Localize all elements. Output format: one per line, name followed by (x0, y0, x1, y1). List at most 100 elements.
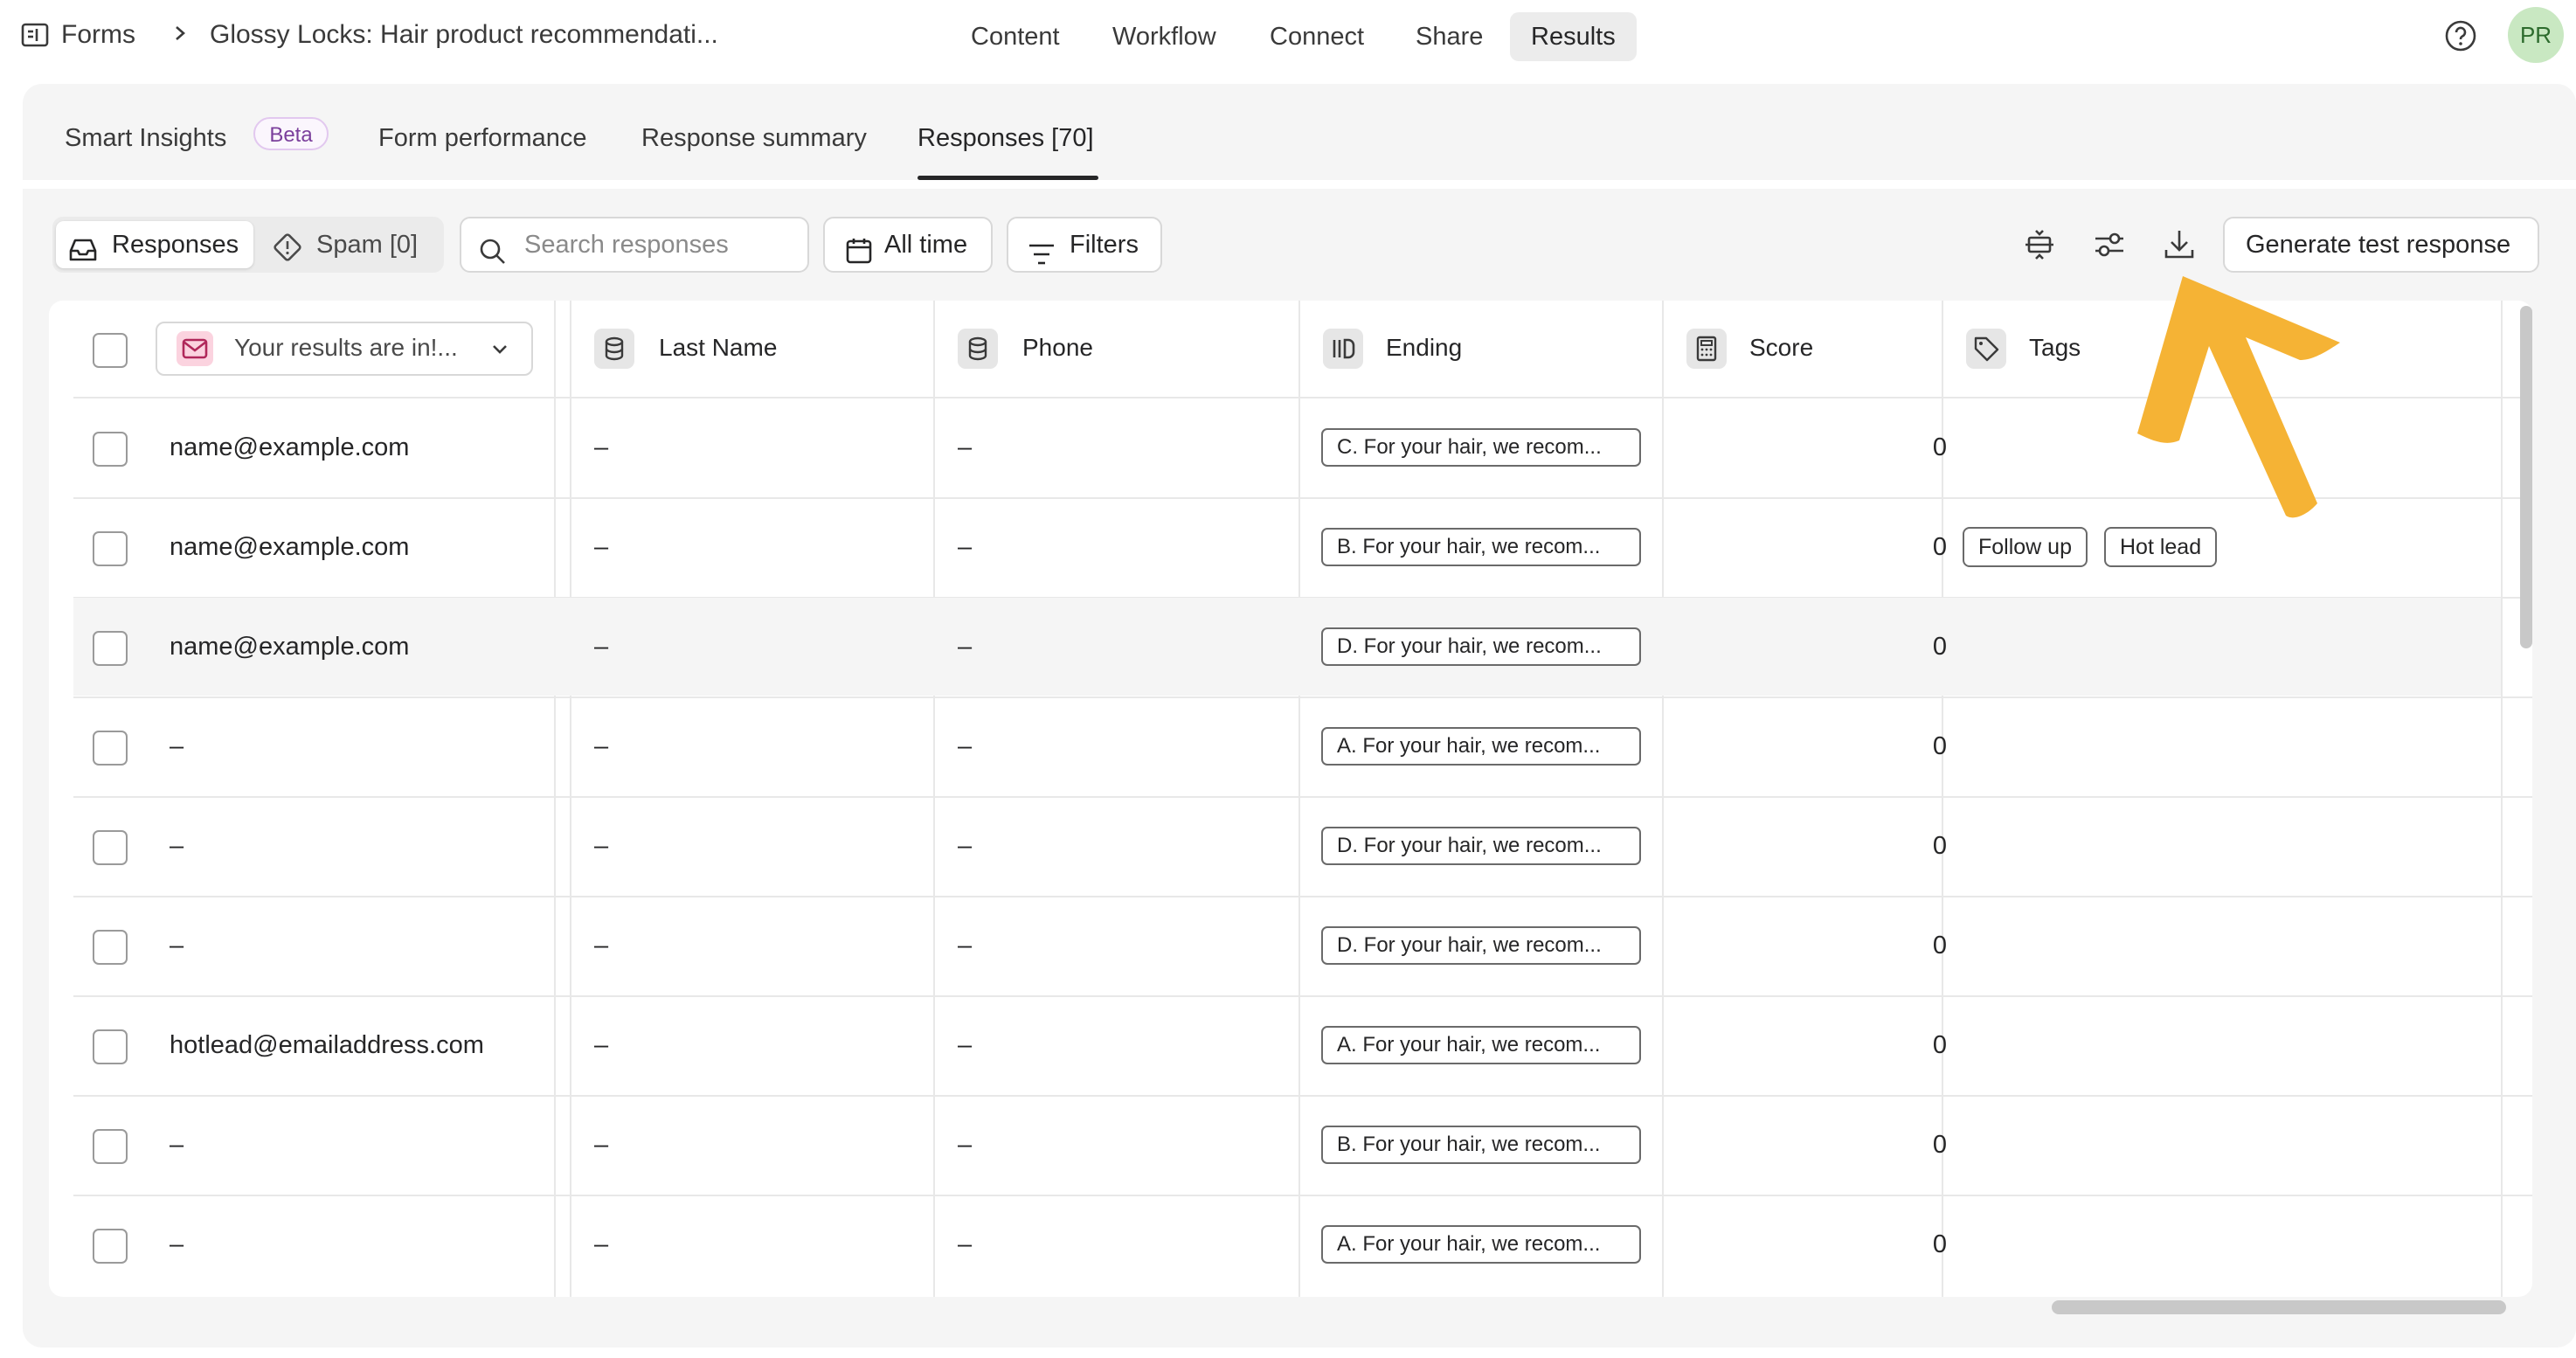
cell-ending-pill[interactable]: C. For your hair, we recom... (1321, 428, 1641, 467)
cell-ending-pill[interactable]: D. For your hair, we recom... (1321, 926, 1641, 965)
email-icon (177, 331, 213, 366)
cell-score: 0 (1932, 1031, 1947, 1059)
responses-toggle-button[interactable]: Responses (56, 221, 253, 268)
row-divider (73, 796, 2532, 798)
filter-lines-icon (1028, 232, 1056, 285)
cell-score: 0 (1932, 433, 1947, 461)
column-header-phone[interactable]: Phone (1022, 334, 1093, 362)
table-row-hovered[interactable] (73, 598, 2501, 696)
cell-score: 0 (1932, 832, 1947, 860)
nav-workflow[interactable]: Workflow (1091, 12, 1237, 61)
cell-score: 0 (1932, 533, 1947, 561)
cell-score: 0 (1932, 1131, 1947, 1159)
spam-toggle-label: Spam [0] (316, 231, 419, 259)
filters-label: Filters (1070, 231, 1139, 259)
date-range-label: All time (884, 231, 968, 259)
row-checkbox[interactable] (93, 830, 128, 865)
column-header-score[interactable]: Score (1749, 334, 1813, 362)
row-height-icon[interactable] (2019, 224, 2060, 266)
cell-ending-pill[interactable]: A. For your hair, we recom... (1321, 1026, 1641, 1064)
download-icon[interactable] (2158, 224, 2200, 266)
cell-phone: – (958, 832, 973, 860)
cell-score: 0 (1932, 1230, 1947, 1258)
ending-field-icon (1323, 329, 1363, 369)
cell-ending-pill[interactable]: D. For your hair, we recom... (1321, 827, 1641, 865)
column-settings-icon[interactable] (2088, 224, 2130, 266)
row-checkbox[interactable] (93, 1229, 128, 1264)
cell-ending-pill[interactable]: D. For your hair, we recom... (1321, 627, 1641, 666)
cell-email: – (170, 1131, 184, 1159)
nav-share[interactable]: Share (1395, 12, 1504, 61)
nav-connect[interactable]: Connect (1249, 12, 1385, 61)
row-divider (73, 696, 2532, 698)
cell-last-name: – (594, 433, 609, 461)
filters-button[interactable]: Filters (1007, 217, 1162, 273)
cell-phone: – (958, 732, 973, 760)
help-icon[interactable] (2444, 19, 2477, 52)
cell-last-name: – (594, 533, 609, 561)
nav-content[interactable]: Content (950, 12, 1081, 61)
avatar[interactable]: PR (2508, 7, 2564, 63)
column-header-last-name[interactable]: Last Name (659, 334, 777, 362)
cell-ending-pill[interactable]: A. For your hair, we recom... (1321, 1225, 1641, 1264)
tag-follow-up[interactable]: Follow up (1963, 527, 2088, 567)
breadcrumb-forms-link[interactable]: Forms (61, 16, 135, 54)
cell-email: – (170, 732, 184, 760)
row-divider (73, 995, 2532, 997)
breadcrumb-form-title[interactable]: Glossy Locks: Hair product recommendati.… (210, 16, 718, 54)
column-header-ending[interactable]: Ending (1386, 334, 1462, 362)
phone-field-icon (958, 329, 998, 369)
cell-score: 0 (1932, 633, 1947, 661)
cell-phone: – (958, 932, 973, 960)
horizontal-scrollbar[interactable] (2052, 1300, 2506, 1314)
beta-badge: Beta (253, 117, 329, 150)
row-checkbox[interactable] (93, 531, 128, 566)
calendar-icon (846, 231, 872, 283)
cell-ending-pill[interactable]: B. For your hair, we recom... (1321, 528, 1641, 566)
row-checkbox[interactable] (93, 731, 128, 766)
calculator-icon (1686, 329, 1727, 369)
cell-last-name: – (594, 633, 609, 661)
tab-response-summary[interactable]: Response summary (641, 119, 867, 157)
column-header-tags[interactable]: Tags (2029, 334, 2081, 362)
nav-results[interactable]: Results (1510, 12, 1637, 61)
question-column-selector[interactable]: Your results are in!... (156, 322, 533, 376)
search-input[interactable]: Search responses (460, 217, 809, 273)
spam-toggle-button[interactable]: Spam [0] (259, 221, 440, 268)
tag-icon (1966, 329, 2006, 369)
cell-ending-pill[interactable]: A. For your hair, we recom... (1321, 727, 1641, 766)
chevron-down-icon (488, 337, 512, 366)
search-icon (479, 232, 507, 284)
last-name-field-icon (594, 329, 634, 369)
cell-phone: – (958, 1131, 973, 1159)
vertical-scrollbar[interactable] (2520, 306, 2532, 648)
tab-smart-insights[interactable]: Smart Insights (65, 119, 226, 157)
row-checkbox[interactable] (93, 432, 128, 467)
cell-email: – (170, 832, 184, 860)
row-checkbox[interactable] (93, 1129, 128, 1164)
row-checkbox[interactable] (93, 1029, 128, 1064)
tag-hot-lead[interactable]: Hot lead (2104, 527, 2218, 567)
question-column-label: Your results are in!... (234, 334, 458, 361)
cell-email: name@example.com (170, 433, 410, 461)
spam-diamond-icon (273, 231, 302, 278)
search-placeholder: Search responses (524, 231, 729, 259)
inbox-icon (68, 232, 98, 279)
cell-phone: – (958, 633, 973, 661)
tabs-divider (23, 180, 2576, 189)
tab-responses[interactable]: Responses [70] (918, 119, 1094, 157)
cell-email: – (170, 932, 184, 960)
select-all-checkbox[interactable] (93, 333, 128, 368)
cell-phone: – (958, 433, 973, 461)
cell-score: 0 (1932, 732, 1947, 760)
row-divider (73, 896, 2532, 897)
row-checkbox[interactable] (93, 631, 128, 666)
cell-last-name: – (594, 1031, 609, 1059)
date-range-button[interactable]: All time (823, 217, 993, 273)
row-checkbox[interactable] (93, 930, 128, 965)
top-bar: Forms Glossy Locks: Hair product recomme… (0, 0, 2576, 73)
cell-email: hotlead@emailaddress.com (170, 1031, 484, 1059)
tab-form-performance[interactable]: Form performance (378, 119, 587, 157)
forms-icon[interactable] (21, 22, 49, 48)
cell-ending-pill[interactable]: B. For your hair, we recom... (1321, 1126, 1641, 1164)
